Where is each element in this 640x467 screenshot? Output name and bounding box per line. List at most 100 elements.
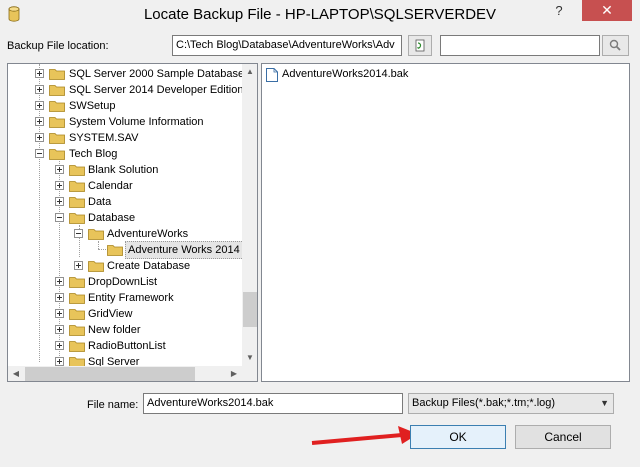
tree-item-label: New folder bbox=[88, 324, 141, 336]
folder-icon bbox=[49, 133, 65, 144]
tree-item[interactable]: Adventure Works 2014 F bbox=[8, 241, 253, 259]
scroll-right-icon[interactable]: ▶ bbox=[226, 366, 242, 381]
file-icon bbox=[266, 68, 278, 82]
tree-item[interactable]: DropDownList bbox=[8, 274, 242, 290]
expand-icon[interactable] bbox=[55, 293, 64, 302]
tree-item[interactable]: SQL Server 2014 Developer Edition bbox=[8, 82, 244, 98]
tree-item[interactable]: System Volume Information bbox=[8, 114, 242, 130]
file-name-field[interactable]: AdventureWorks2014.bak bbox=[143, 393, 403, 414]
file-list[interactable]: AdventureWorks2014.bak bbox=[261, 63, 630, 382]
tree-item-label: System Volume Information bbox=[69, 116, 204, 128]
expand-icon[interactable] bbox=[74, 261, 83, 270]
expand-icon[interactable] bbox=[35, 85, 44, 94]
close-button[interactable]: ✕ bbox=[582, 0, 632, 21]
tree-item-label-selected: Adventure Works 2014 F bbox=[125, 241, 253, 259]
folder-open-icon bbox=[69, 213, 85, 224]
scrollbar-corner bbox=[242, 366, 257, 381]
annotation-arrow-icon bbox=[311, 426, 418, 445]
scroll-down-icon[interactable]: ▼ bbox=[242, 350, 257, 366]
folder-icon bbox=[49, 85, 65, 96]
tree-item-label: RadioButtonList bbox=[88, 340, 166, 352]
tree-item-label: Tech Blog bbox=[69, 148, 118, 160]
refresh-button[interactable] bbox=[408, 35, 432, 56]
tree-item[interactable]: Blank Solution bbox=[8, 162, 242, 178]
tree-item-label: Create Database bbox=[107, 260, 191, 272]
expand-icon[interactable] bbox=[35, 101, 44, 110]
file-name-label: File name: bbox=[87, 399, 139, 411]
tree-vertical-scrollbar[interactable]: ▲ ▼ bbox=[242, 64, 257, 366]
folder-icon bbox=[69, 341, 85, 352]
tree-item[interactable]: Create Database bbox=[8, 258, 242, 274]
tree-item-label: Sql Server bbox=[88, 356, 140, 366]
tree-item-label: Database bbox=[88, 212, 136, 224]
expand-icon[interactable] bbox=[55, 277, 64, 286]
expand-icon[interactable] bbox=[55, 325, 64, 334]
folder-icon bbox=[69, 357, 85, 366]
folder-open-icon bbox=[88, 229, 104, 240]
tree-item[interactable]: Data bbox=[8, 194, 242, 210]
tree-item-label: SQL Server 2000 Sample Databases bbox=[69, 68, 250, 80]
tree-item[interactable]: RadioButtonList bbox=[8, 338, 242, 354]
help-button[interactable]: ? bbox=[538, 0, 580, 21]
file-type-value: Backup Files(*.bak;*.tm;*.log) bbox=[412, 397, 556, 409]
expand-icon[interactable] bbox=[35, 133, 44, 142]
tree-item[interactable]: SWSetup bbox=[8, 98, 242, 114]
tree-item-label: Blank Solution bbox=[88, 164, 159, 176]
expand-icon[interactable] bbox=[35, 69, 44, 78]
folder-icon bbox=[49, 69, 65, 80]
folder-icon bbox=[69, 165, 85, 176]
folder-tree[interactable]: SQL Server 2000 Sample Databases SQL Ser… bbox=[7, 63, 258, 382]
search-button[interactable] bbox=[602, 35, 629, 56]
backup-location-label: Backup File location: bbox=[7, 40, 109, 52]
expand-icon[interactable] bbox=[55, 309, 64, 318]
backup-location-field[interactable]: C:\Tech Blog\Database\AdventureWorks\Adv bbox=[172, 35, 402, 56]
tree-item[interactable]: Sql Server bbox=[8, 354, 242, 366]
ok-button[interactable]: OK bbox=[410, 425, 506, 449]
refresh-icon bbox=[415, 39, 425, 52]
cancel-button[interactable]: Cancel bbox=[515, 425, 611, 449]
tree-item[interactable]: Calendar bbox=[8, 178, 242, 194]
expand-icon[interactable] bbox=[35, 117, 44, 126]
expand-icon[interactable] bbox=[55, 181, 64, 190]
file-type-select[interactable]: Backup Files(*.bak;*.tm;*.log) ▼ bbox=[408, 393, 614, 414]
folder-open-icon bbox=[49, 149, 65, 160]
tree-item[interactable]: GridView bbox=[8, 306, 242, 322]
title-bar: Locate Backup File - HP-LAPTOP\SQLSERVER… bbox=[0, 0, 640, 30]
tree-item[interactable]: AdventureWorks bbox=[8, 226, 242, 242]
folder-icon bbox=[69, 293, 85, 304]
tree-item-label: SYSTEM.SAV bbox=[69, 132, 139, 144]
tree-item[interactable]: SYSTEM.SAV bbox=[8, 130, 242, 146]
folder-icon bbox=[49, 117, 65, 128]
folder-icon bbox=[69, 197, 85, 208]
tree-item-label: SQL Server 2014 Developer Edition bbox=[69, 84, 244, 96]
expand-icon[interactable] bbox=[55, 341, 64, 350]
tree-horizontal-scrollbar[interactable]: ◀ ▶ bbox=[8, 366, 242, 381]
tree-item-label: GridView bbox=[88, 308, 133, 320]
folder-icon bbox=[88, 261, 104, 272]
folder-icon bbox=[107, 245, 123, 256]
collapse-icon[interactable] bbox=[55, 213, 64, 222]
chevron-down-icon: ▼ bbox=[600, 398, 609, 408]
collapse-icon[interactable] bbox=[74, 229, 83, 238]
folder-icon bbox=[69, 277, 85, 288]
tree-item-label: AdventureWorks bbox=[107, 228, 189, 240]
expand-icon[interactable] bbox=[55, 197, 64, 206]
tree-item[interactable]: SQL Server 2000 Sample Databases bbox=[8, 66, 250, 82]
tree-item-label: Data bbox=[88, 196, 112, 208]
tree-item[interactable]: Tech Blog bbox=[8, 146, 242, 162]
vertical-scroll-thumb[interactable] bbox=[243, 292, 257, 327]
collapse-icon[interactable] bbox=[35, 149, 44, 158]
search-icon bbox=[609, 39, 621, 51]
tree-item[interactable]: Database bbox=[8, 210, 242, 226]
tree-item-label: Calendar bbox=[88, 180, 133, 192]
expand-icon[interactable] bbox=[55, 165, 64, 174]
scroll-up-icon[interactable]: ▲ bbox=[242, 64, 257, 80]
search-input[interactable] bbox=[440, 35, 600, 56]
tree-item[interactable]: New folder bbox=[8, 322, 242, 338]
tree-item[interactable]: Entity Framework bbox=[8, 290, 242, 306]
tree-item-label: SWSetup bbox=[69, 100, 116, 112]
file-item-label: AdventureWorks2014.bak bbox=[282, 68, 409, 80]
expand-icon[interactable] bbox=[55, 357, 64, 366]
horizontal-scroll-thumb[interactable] bbox=[25, 367, 195, 381]
scroll-left-icon[interactable]: ◀ bbox=[8, 366, 24, 381]
